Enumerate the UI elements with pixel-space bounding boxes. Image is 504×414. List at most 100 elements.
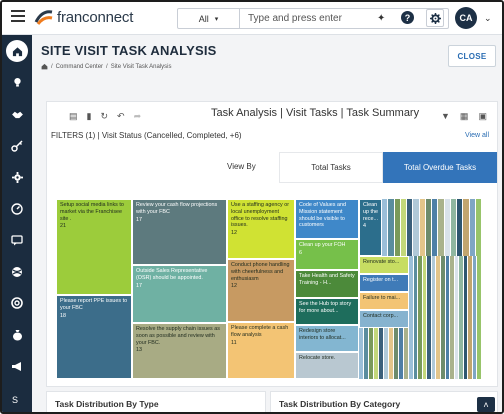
- sidebar-handshake-icon[interactable]: [6, 103, 28, 125]
- sidebar-megaphone-icon[interactable]: [6, 355, 28, 377]
- franconnect-logo-icon: [34, 8, 54, 26]
- sidebar-money-bag-icon[interactable]: [6, 324, 28, 346]
- search-category-select[interactable]: All ▾: [178, 9, 240, 28]
- gear-icon[interactable]: [426, 9, 444, 27]
- breadcrumb-item-command-center[interactable]: Command Center: [56, 64, 103, 70]
- main-content: SITE VISIT TASK ANALYSIS / Command Cente…: [32, 35, 502, 412]
- treemap-tile-label: Relocate store.: [299, 355, 336, 361]
- calendar-icon[interactable]: ▣: [478, 111, 487, 122]
- brand-logo[interactable]: franconnect: [34, 8, 133, 26]
- view-all-link[interactable]: View all: [465, 132, 489, 139]
- filter-icon[interactable]: ▼: [441, 111, 450, 122]
- treemap-tile[interactable]: Clean up your FOH 6: [295, 239, 359, 270]
- user-avatar[interactable]: CA: [455, 7, 477, 29]
- treemap-tile-label: Review your cash flow projections with y…: [136, 202, 218, 215]
- treemap-tile[interactable]: Take Health and Safety Training - H...: [295, 270, 359, 298]
- treemap-tile[interactable]: Resolve the supply chain issues as soon …: [132, 323, 227, 379]
- sidebar-home-icon[interactable]: [6, 40, 28, 62]
- page-title: SITE VISIT TASK ANALYSIS: [41, 43, 217, 58]
- treemap-tile-count: 17: [136, 216, 142, 223]
- undo-icon[interactable]: ↶: [117, 111, 125, 122]
- sparkle-icon[interactable]: ✦: [377, 13, 385, 24]
- treemap-tile[interactable]: Use a staffing agency or local unemploym…: [227, 199, 295, 259]
- search-category-label: All: [198, 13, 209, 24]
- treemap-tile-label: Outside Sales Representative (OSR) shoul…: [136, 268, 208, 281]
- share-icon[interactable]: ➦: [134, 111, 142, 122]
- breadcrumb-item-current: Site Visit Task Analysis: [110, 63, 172, 70]
- treemap-small-tile[interactable]: [475, 199, 482, 256]
- treemap-tile[interactable]: Please complete a cash flow analysis 11: [227, 322, 295, 379]
- sidebar-bulb-icon[interactable]: [6, 71, 28, 93]
- treemap-tile[interactable]: Relocate store.: [295, 352, 359, 379]
- task-distribution-by-category-card: Task Distribution By Category: [270, 391, 498, 412]
- bookmark-icon[interactable]: ▮: [87, 111, 92, 122]
- report-card: ▤ ▮ ↻ ↶ ➦ Task Analysis | Visit Tasks | …: [46, 101, 498, 387]
- treemap-tile-count: 13: [136, 347, 142, 354]
- treemap-tile-label: Resolve the supply chain issues as soon …: [136, 326, 220, 346]
- treemap-tile[interactable]: Please report PPE issues to your FBC 18: [56, 295, 132, 379]
- crumb-sep-1: /: [51, 63, 53, 70]
- treemap-tile[interactable]: See the Hub top story for more about...: [295, 298, 359, 325]
- treemap-tile-label: Clean up the rece...: [363, 202, 378, 222]
- help-icon[interactable]: ?: [401, 11, 414, 24]
- treemap-tile-count: 18: [60, 312, 66, 319]
- sidebar-support-icon[interactable]: [6, 292, 28, 314]
- treemap-small-tile[interactable]: [382, 199, 482, 256]
- sidebar-settings-icon[interactable]: [6, 166, 28, 188]
- close-button[interactable]: CLOSE: [448, 45, 496, 67]
- treemap-tile[interactable]: Outside Sales Representative (OSR) shoul…: [132, 265, 227, 323]
- user-menu-chevron-icon[interactable]: ⌄: [484, 13, 492, 24]
- treemap-tile-count: 21: [60, 223, 66, 230]
- view-by-label: View By: [227, 162, 256, 171]
- treemap-tile-label: Use a staffing agency or local unemploym…: [231, 202, 290, 229]
- filters-count[interactable]: FILTERS (1): [51, 131, 95, 140]
- tab-task-summary[interactable]: Task Summary: [346, 107, 419, 119]
- treemap-small-tile[interactable]: [477, 256, 482, 379]
- treemap-small-tile[interactable]: [404, 328, 409, 379]
- treemap-tile[interactable]: Review your cash flow projections with y…: [132, 199, 227, 265]
- brand-name: franconnect: [57, 8, 134, 26]
- toggle-total-tasks[interactable]: Total Tasks: [279, 152, 383, 183]
- home-icon[interactable]: [41, 63, 48, 70]
- toggle-total-overdue-tasks[interactable]: Total Overdue Tasks: [383, 152, 497, 183]
- treemap-tile-label: Please report PPE issues to your FBC: [60, 298, 128, 311]
- crumb-sep-2: /: [106, 63, 108, 70]
- filter-value[interactable]: (Cancelled, Completed, +6): [144, 131, 242, 140]
- treemap-tile-label: See the Hub top story for more about...: [299, 301, 352, 314]
- treemap-tile-label: Conduct phone handling with cheerfulness…: [231, 262, 290, 282]
- hamburger-menu-icon[interactable]: [11, 10, 25, 24]
- search-input[interactable]: [248, 13, 358, 24]
- card-title: Task Distribution By Type: [55, 399, 159, 409]
- tab-task-analysis[interactable]: Task Analysis: [211, 107, 277, 119]
- treemap-tile-label: Clean up your FOH: [299, 242, 346, 248]
- treemap-tile-label: Code of Values and Mission statement sho…: [299, 202, 346, 229]
- export-icon[interactable]: ▤: [69, 111, 78, 122]
- treemap-tile[interactable]: Clean up the rece... 4: [359, 199, 382, 256]
- treemap-tile-label: Please complete a cash flow analysis: [231, 325, 289, 338]
- treemap-tile[interactable]: Code of Values and Mission statement sho…: [295, 199, 359, 239]
- tab-visit-tasks[interactable]: Visit Tasks: [286, 107, 338, 119]
- columns-icon[interactable]: ▦: [460, 111, 469, 122]
- refresh-icon[interactable]: ↻: [100, 111, 108, 122]
- sidebar-s-label: S: [12, 395, 19, 405]
- sidebar-chat-icon[interactable]: [6, 229, 28, 251]
- sidebar-globe-icon[interactable]: [6, 261, 28, 283]
- tab-separator: |: [277, 107, 287, 119]
- scroll-to-top-icon[interactable]: ˄: [477, 397, 495, 412]
- treemap-tile[interactable]: Redesign store interiors to allocat...: [295, 325, 359, 352]
- sidebar-dashboard-icon[interactable]: [6, 198, 28, 220]
- treemap-tile[interactable]: Setup social media links to market via t…: [56, 199, 132, 295]
- card-title: Task Distribution By Category: [279, 399, 401, 409]
- sidebar-key-icon[interactable]: [6, 135, 28, 157]
- treemap-tile-label: Take Health and Safety Training - H...: [299, 273, 355, 286]
- task-treemap: Setup social media links to market via t…: [56, 199, 482, 379]
- chevron-down-icon: ▾: [214, 15, 219, 23]
- treemap-tile-count: 4: [363, 223, 366, 230]
- breadcrumb: / Command Center / Site Visit Task Analy…: [41, 63, 172, 70]
- report-tabs: Task Analysis | Visit Tasks | Task Summa…: [211, 107, 419, 119]
- treemap-tile-count: 17: [136, 282, 142, 289]
- treemap-tile-count: 12: [231, 283, 237, 290]
- treemap-tile[interactable]: Conduct phone handling with cheerfulness…: [227, 259, 295, 322]
- treemap-small-tiles: [359, 256, 482, 379]
- top-bar: franconnect All ▾ ✦ ? CA ⌄: [2, 2, 502, 35]
